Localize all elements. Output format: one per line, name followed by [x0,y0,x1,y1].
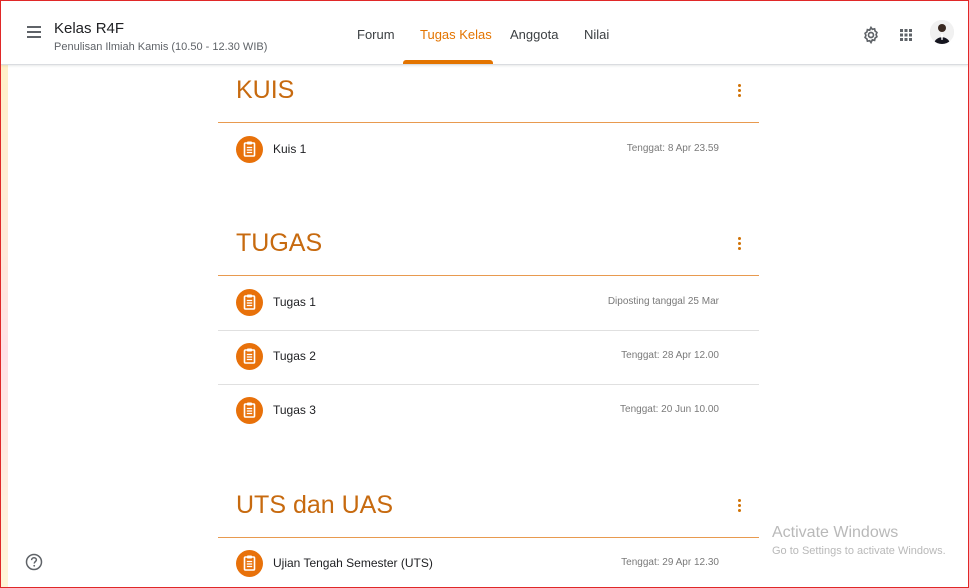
avatar[interactable] [930,20,954,44]
item-title: Tugas 3 [273,403,316,417]
background-decoration-left [0,0,8,588]
assignment-icon [236,289,263,316]
hamburger-menu-icon[interactable] [27,25,43,39]
section-title-uts-uas: UTS dan UAS [236,491,394,519]
list-item[interactable]: Kuis 1 Tenggat: 8 Apr 23.59 [218,123,759,177]
top-app-bar: Kelas R4F Penulisan Ilmiah Kamis (10.50 … [1,1,968,65]
class-subtitle: Penulisan Ilmiah Kamis (10.50 - 12.30 WI… [54,41,268,53]
list-item[interactable]: Ujian Tengah Semester (UTS) Tenggat: 29 … [218,537,759,588]
apps-grid-icon[interactable] [896,25,916,45]
assignment-icon [236,343,263,370]
assignment-icon [236,550,263,577]
gear-icon[interactable] [861,25,881,45]
tab-tugas-kelas[interactable]: Tugas Kelas [420,27,492,42]
class-name[interactable]: Kelas R4F [54,20,124,37]
assignment-icon [236,136,263,163]
list-item[interactable]: Tugas 2 Tenggat: 28 Apr 12.00 [218,330,759,385]
item-due-date: Tenggat: 8 Apr 23.59 [626,143,719,154]
more-vert-icon[interactable] [730,80,748,102]
assignment-icon [236,397,263,424]
item-due-date: Tenggat: 28 Apr 12.00 [621,350,719,361]
item-title: Tugas 1 [273,295,316,309]
more-vert-icon[interactable] [730,495,748,517]
active-tab-indicator [403,60,493,64]
activation-watermark-title: Activate Windows [772,524,899,541]
help-icon[interactable] [24,552,44,572]
section-title-tugas: TUGAS [236,229,323,257]
tab-forum[interactable]: Forum [357,27,395,42]
activation-watermark-text: Go to Settings to activate Windows. [772,545,946,557]
tab-nilai[interactable]: Nilai [584,27,609,42]
item-post-date: Diposting tanggal 25 Mar [607,296,719,307]
tab-anggota[interactable]: Anggota [510,27,558,42]
section-title-kuis: KUIS [236,76,295,104]
item-due-date: Tenggat: 20 Jun 10.00 [620,404,719,415]
list-item[interactable]: Tugas 3 Tenggat: 20 Jun 10.00 [218,384,759,438]
list-item[interactable]: Tugas 1 Diposting tanggal 25 Mar [218,276,759,331]
more-vert-icon[interactable] [730,233,748,255]
item-title: Tugas 2 [273,349,316,363]
item-title: Kuis 1 [273,142,307,156]
item-due-date: Tenggat: 29 Apr 12.30 [621,557,719,568]
item-title: Ujian Tengah Semester (UTS) [273,556,433,570]
